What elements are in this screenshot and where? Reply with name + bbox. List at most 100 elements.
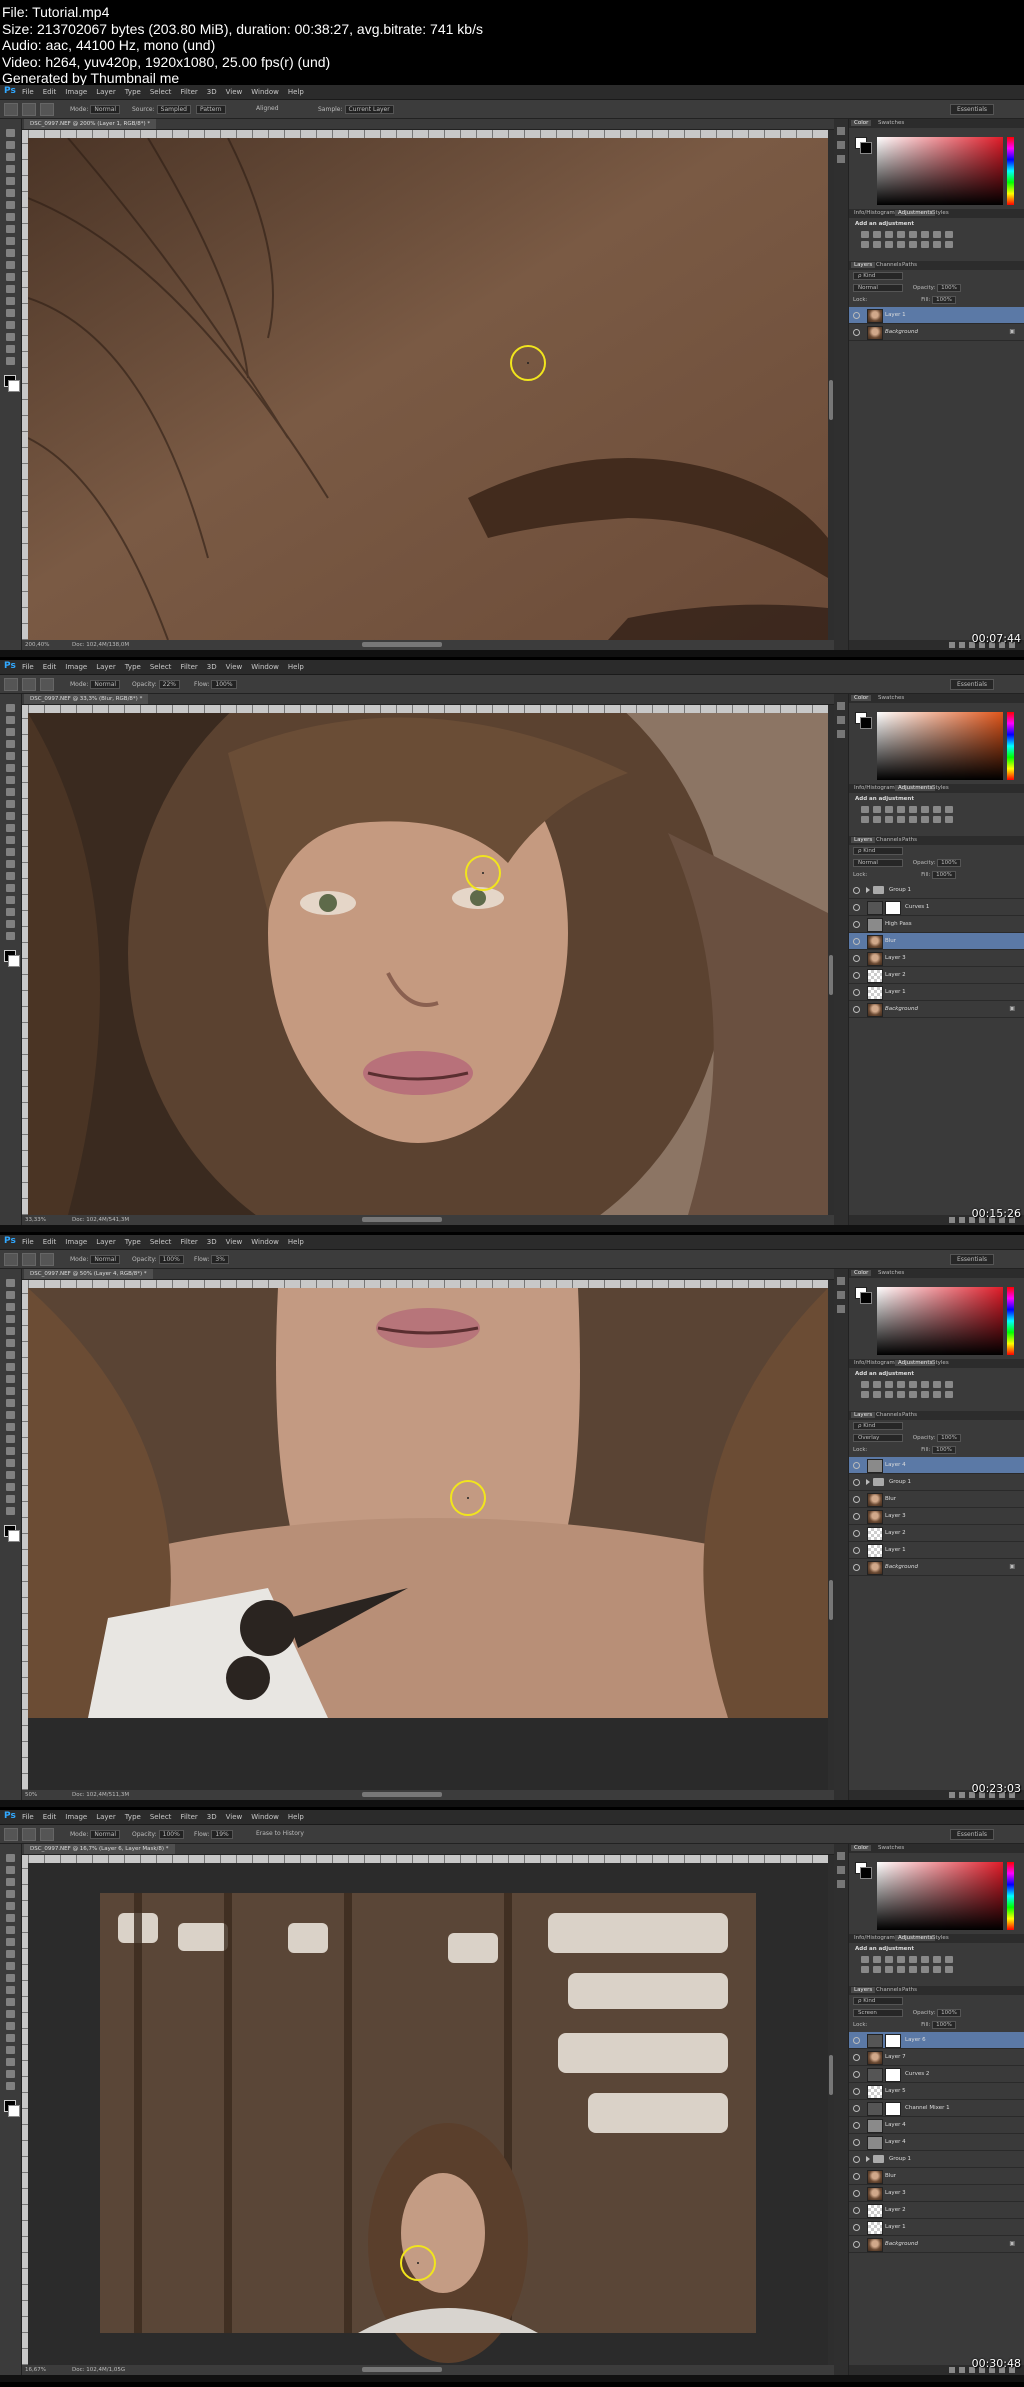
adjustment-icon[interactable] (921, 1391, 929, 1398)
menu-select[interactable]: Select (150, 663, 172, 671)
menu-filter[interactable]: Filter (180, 1813, 197, 1821)
visibility-eye-icon[interactable] (853, 2105, 860, 2112)
zoom-level[interactable]: 50% (25, 1790, 37, 1800)
crop-tool-icon[interactable] (6, 752, 15, 760)
tab-layers[interactable]: Layers (851, 837, 876, 843)
adjustment-icon[interactable] (885, 806, 893, 813)
visibility-eye-icon[interactable] (853, 921, 860, 928)
adjustment-icon[interactable] (885, 231, 893, 238)
workspace-switcher[interactable]: Essentials (949, 1254, 994, 1265)
layer-row[interactable]: Layer 3 (849, 1508, 1024, 1525)
document-canvas[interactable] (28, 1863, 828, 2365)
hue-slider[interactable] (1007, 1287, 1014, 1355)
adjustment-icon[interactable] (909, 241, 917, 248)
adjustment-icon[interactable] (861, 1966, 869, 1973)
tab-paths[interactable]: Paths (899, 1412, 920, 1418)
tab-styles[interactable]: Styles (929, 1935, 952, 1941)
adjustment-icon[interactable] (933, 1391, 941, 1398)
layer-filter[interactable]: ρ Kind (853, 272, 903, 280)
visibility-eye-icon[interactable] (853, 1006, 860, 1013)
dodge-tool-icon[interactable] (6, 1435, 15, 1443)
visibility-eye-icon[interactable] (853, 2190, 860, 2197)
adjustment-icon[interactable] (933, 816, 941, 823)
move-tool-icon[interactable] (6, 1279, 15, 1287)
move-tool-icon[interactable] (6, 129, 15, 137)
blur-tool-icon[interactable] (6, 1998, 15, 2006)
menu-help[interactable]: Help (288, 663, 304, 671)
adjustment-icon[interactable] (861, 1391, 869, 1398)
hand-tool-icon[interactable] (6, 2070, 15, 2078)
move-tool-icon[interactable] (6, 704, 15, 712)
tab-paths[interactable]: Paths (899, 837, 920, 843)
menu-file[interactable]: File (22, 663, 34, 671)
properties-icon[interactable] (837, 155, 845, 163)
adjustment-icon[interactable] (861, 231, 869, 238)
adjustment-icon[interactable] (897, 1956, 905, 1963)
dodge-tool-icon[interactable] (6, 285, 15, 293)
layer-filter[interactable]: ρ Kind (853, 1997, 903, 2005)
menu-layer[interactable]: Layer (96, 1238, 116, 1246)
adjustment-icon[interactable] (897, 1381, 905, 1388)
visibility-eye-icon[interactable] (853, 1496, 860, 1503)
opacity-field[interactable]: 100% (937, 2009, 961, 2017)
layer-filter[interactable]: ρ Kind (853, 847, 903, 855)
tool-preset-icon[interactable] (4, 1253, 18, 1266)
menu-image[interactable]: Image (65, 1813, 87, 1821)
menu-filter[interactable]: Filter (180, 1238, 197, 1246)
healing-tool-icon[interactable] (6, 776, 15, 784)
pen-tool-icon[interactable] (6, 297, 15, 305)
shape-tool-icon[interactable] (6, 1483, 15, 1491)
lasso-tool-icon[interactable] (6, 1303, 15, 1311)
eyedropper-tool-icon[interactable] (6, 764, 15, 772)
path-select-tool-icon[interactable] (6, 2046, 15, 2054)
layer-row[interactable]: Layer 4 (849, 2117, 1024, 2134)
brush-size-icon[interactable] (22, 678, 36, 691)
menu-select[interactable]: Select (150, 1238, 172, 1246)
workspace-switcher[interactable]: Essentials (949, 1829, 994, 1840)
marquee-tool-icon[interactable] (6, 141, 15, 149)
menu-3d[interactable]: 3D (207, 88, 217, 96)
layer-row[interactable]: Curves 1 (849, 899, 1024, 916)
adjustment-icon[interactable] (897, 241, 905, 248)
marquee-tool-icon[interactable] (6, 1291, 15, 1299)
fill-field[interactable]: 100% (932, 296, 956, 304)
tab-info-histogram[interactable]: Info/Histogram (851, 785, 898, 791)
document-canvas[interactable] (28, 1288, 828, 1790)
layer-row[interactable]: Background ▣ (849, 324, 1024, 341)
brush-tool-icon[interactable] (6, 1363, 15, 1371)
menu-edit[interactable]: Edit (43, 1813, 57, 1821)
visibility-eye-icon[interactable] (853, 1530, 860, 1537)
tab-layers[interactable]: Layers (851, 1412, 876, 1418)
lasso-tool-icon[interactable] (6, 1878, 15, 1886)
history-icon[interactable] (837, 702, 845, 710)
menu-help[interactable]: Help (288, 1238, 304, 1246)
brush-size-icon[interactable] (22, 103, 36, 116)
history-brush-tool-icon[interactable] (6, 1962, 15, 1970)
layer-row[interactable]: Group 1 (849, 1474, 1024, 1491)
menu-type[interactable]: Type (125, 1813, 141, 1821)
gradient-tool-icon[interactable] (6, 1411, 15, 1419)
tab-info-histogram[interactable]: Info/Histogram (851, 1360, 898, 1366)
zoom-tool-icon[interactable] (6, 932, 15, 940)
menu-3d[interactable]: 3D (207, 1813, 217, 1821)
menu-edit[interactable]: Edit (43, 663, 57, 671)
path-select-tool-icon[interactable] (6, 321, 15, 329)
eyedropper-tool-icon[interactable] (6, 189, 15, 197)
shape-tool-icon[interactable] (6, 2058, 15, 2066)
history-icon[interactable] (837, 127, 845, 135)
eraser-tool-icon[interactable] (6, 249, 15, 257)
hand-tool-icon[interactable] (6, 920, 15, 928)
tab-swatches[interactable]: Swatches (875, 695, 907, 701)
background-color-swatch[interactable] (860, 717, 872, 729)
layer-row[interactable]: Curves 2 (849, 2066, 1024, 2083)
adjustment-icon[interactable] (861, 816, 869, 823)
menu-edit[interactable]: Edit (43, 88, 57, 96)
zoom-level[interactable]: 200,40% (25, 640, 49, 650)
visibility-eye-icon[interactable] (853, 1513, 860, 1520)
blur-tool-icon[interactable] (6, 1423, 15, 1431)
adjustment-icon[interactable] (909, 806, 917, 813)
adjustment-icon[interactable] (933, 806, 941, 813)
visibility-eye-icon[interactable] (853, 2139, 860, 2146)
marquee-tool-icon[interactable] (6, 716, 15, 724)
adjustment-icon[interactable] (921, 231, 929, 238)
